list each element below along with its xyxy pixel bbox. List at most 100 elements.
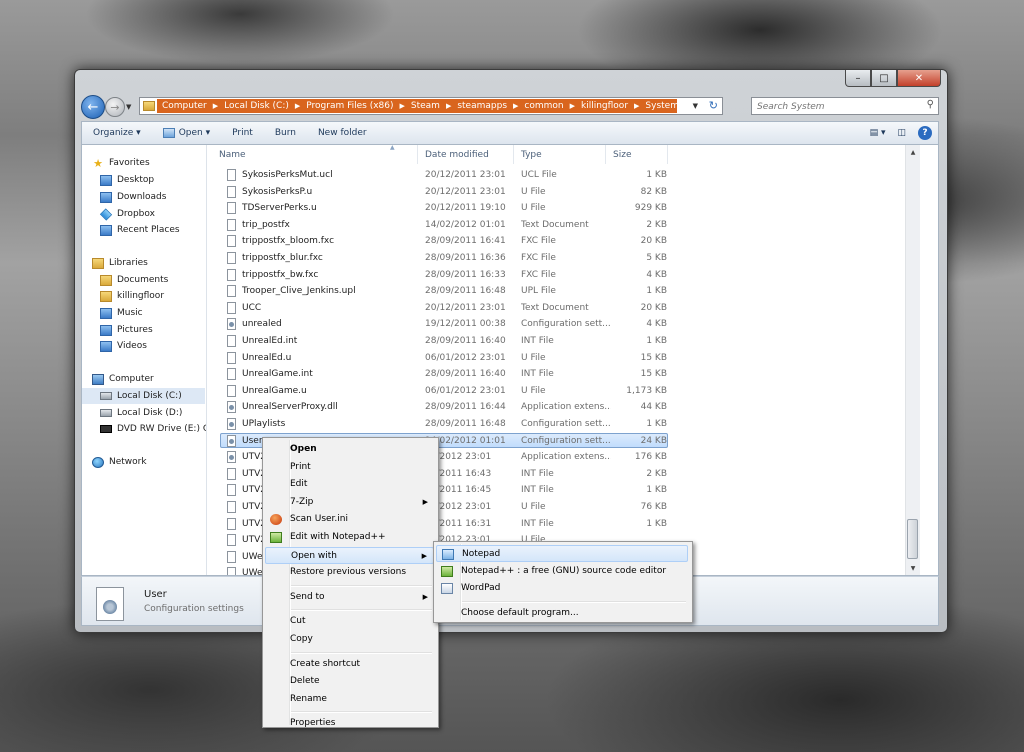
open-button[interactable]: Open ▾ — [152, 128, 221, 138]
nav-item-favorites[interactable]: ★ Favorites — [82, 155, 205, 171]
file-row[interactable]: trippostfx_bw.fxc 28/09/2011 16:33 FXC Fil… — [212, 267, 920, 283]
file-row[interactable]: UnrealGame.u 06/01/2012 23:01 U File 1,173 … — [212, 383, 920, 399]
nav-item-dropbox[interactable]: Dropbox — [82, 206, 205, 222]
scrollbar-thumb[interactable] — [907, 519, 918, 559]
breadcrumb-separator-icon[interactable]: ▶ — [567, 102, 578, 110]
breadcrumb-separator-icon[interactable]: ▶ — [631, 102, 642, 110]
network-icon — [92, 456, 104, 468]
breadcrumb-item[interactable]: killingfloor — [578, 101, 631, 111]
print-button[interactable]: Print — [221, 128, 264, 138]
menu-item-open-with[interactable]: Open with ▶ — [265, 546, 434, 564]
breadcrumb-separator-icon[interactable]: ▶ — [397, 102, 408, 110]
organize-button[interactable]: Organize ▾ — [82, 128, 152, 138]
vertical-scrollbar[interactable]: ▲ ▼ — [905, 145, 920, 575]
change-view-button[interactable]: ▤ ▾ — [870, 128, 886, 138]
nav-item-local-disk-c[interactable]: Local Disk (C:) — [82, 388, 205, 404]
close-button[interactable]: ✕ — [897, 70, 941, 87]
nav-item-videos[interactable]: Videos — [82, 338, 205, 354]
menu-item-choose-default-program[interactable]: Choose default program... — [436, 605, 688, 622]
scroll-up-icon[interactable]: ▲ — [906, 145, 920, 159]
menu-item-edit[interactable]: Edit — [265, 476, 434, 493]
menu-item-print[interactable]: Print — [265, 459, 434, 476]
refresh-icon[interactable]: ↻ — [709, 99, 718, 112]
file-row[interactable]: Trooper_Clive_Jenkins.upl 28/09/2011 16:4… — [212, 283, 920, 299]
maximize-button[interactable]: □ — [871, 70, 897, 87]
file-type: FXC File — [521, 269, 556, 280]
menu-item-cut[interactable]: Cut — [265, 613, 434, 630]
nav-item-downloads[interactable]: Downloads — [82, 189, 205, 205]
column-header-name[interactable]: Name — [212, 145, 418, 164]
nav-item-music[interactable]: Music — [82, 305, 205, 321]
breadcrumb-separator-icon[interactable]: ▶ — [443, 102, 454, 110]
menu-item-create-shortcut[interactable]: Create shortcut — [265, 656, 434, 673]
menu-item-send-to[interactable]: Send to ▶ — [265, 589, 434, 606]
file-row[interactable]: UPlaylists 28/09/2011 16:48 Configuration … — [212, 416, 920, 432]
menu-item-delete[interactable]: Delete — [265, 673, 434, 690]
breadcrumb-separator-icon[interactable]: ▶ — [292, 102, 303, 110]
menu-item-restore-previous-versions[interactable]: Restore previous versions — [265, 564, 434, 581]
address-bar[interactable]: Computer ▶ Local Disk (C:) ▶ Program Files (… — [139, 97, 723, 115]
nav-item-label: Network — [109, 457, 147, 467]
new-folder-button[interactable]: New folder — [307, 128, 378, 138]
file-row[interactable]: UnrealServerProxy.dll 28/09/2011 16:44 App… — [212, 399, 920, 415]
nav-item-dvd-rw-drive-e-g[interactable]: DVD RW Drive (E:) G — [82, 421, 206, 437]
nav-item-recent-places[interactable]: Recent Places — [82, 222, 205, 238]
preview-pane-icon[interactable]: ◫ — [897, 128, 906, 138]
column-header-size[interactable]: Size — [606, 145, 668, 164]
menu-item-open[interactable]: Open — [265, 441, 434, 458]
nav-item-killingfloor[interactable]: killingfloor — [82, 288, 205, 304]
file-row[interactable]: SykosisPerksMut.ucl 20/12/2011 23:01 UCL F… — [212, 167, 920, 183]
file-name: UnrealEd.int — [227, 334, 417, 348]
column-header-date[interactable]: Date modified — [418, 145, 514, 164]
menu-item-7-zip[interactable]: 7-Zip ▶ — [265, 494, 434, 511]
breadcrumb-item[interactable]: Computer — [159, 101, 210, 111]
breadcrumb-separator-icon[interactable]: ▶ — [510, 102, 521, 110]
menu-item-wordpad[interactable]: WordPad — [436, 580, 688, 597]
help-icon[interactable]: ? — [918, 126, 932, 140]
menu-item-copy[interactable]: Copy — [265, 631, 434, 648]
file-row[interactable]: UnrealEd.u 06/01/2012 23:01 U File 15 KB — [212, 350, 920, 366]
breadcrumb-item[interactable]: Local Disk (C:) — [221, 101, 292, 111]
breadcrumb-separator-icon[interactable]: ▶ — [210, 102, 221, 110]
search-input[interactable] — [755, 99, 919, 115]
file-date: 28/09/2011 16:48 — [425, 419, 506, 429]
file-row[interactable]: UnrealEd.int 28/09/2011 16:40 INT File 1 KB — [212, 333, 920, 349]
menu-item-properties[interactable]: Properties — [265, 715, 434, 732]
search-icon[interactable]: ⚲ — [927, 99, 934, 110]
menu-item-notepad-a-free-gnu-source-code-editor[interactable]: Notepad++ : a free (GNU) source code edi… — [436, 563, 688, 580]
scroll-down-icon[interactable]: ▼ — [906, 561, 920, 575]
file-row[interactable]: UnrealGame.int 28/09/2011 16:40 INT File 15… — [212, 366, 920, 382]
forward-button[interactable]: → — [105, 97, 125, 117]
file-row[interactable]: TDServerPerks.u 20/12/2011 19:10 U File 929… — [212, 200, 920, 216]
menu-item-scan-user-ini[interactable]: Scan User.ini — [265, 511, 434, 528]
column-header-type[interactable]: Type — [514, 145, 606, 164]
minimize-button[interactable]: – — [845, 70, 871, 87]
file-row[interactable]: UCC 20/12/2011 23:01 Text Document 20 KB — [212, 300, 920, 316]
file-type: U File — [521, 502, 546, 512]
recent-pages-dropdown[interactable]: ▼ — [126, 103, 131, 111]
breadcrumb-item[interactable]: common — [521, 101, 566, 111]
nav-item-desktop[interactable]: Desktop — [82, 172, 205, 188]
nav-item-network[interactable]: Network — [82, 454, 205, 470]
nav-item-computer[interactable]: Computer — [82, 371, 205, 387]
file-row[interactable]: trippostfx_bloom.fxc 28/09/2011 16:41 FXC … — [212, 233, 920, 249]
burn-button[interactable]: Burn — [264, 128, 307, 138]
menu-item-rename[interactable]: Rename — [265, 691, 434, 708]
file-row[interactable]: trippostfx_blur.fxc 28/09/2011 16:36 FXC F… — [212, 250, 920, 266]
breadcrumb-item[interactable]: Steam — [408, 101, 443, 111]
nav-item-libraries[interactable]: Libraries — [82, 255, 205, 271]
file-row[interactable]: SykosisPerksP.u 20/12/2011 23:01 U File 82 … — [212, 184, 920, 200]
menu-item-notepad[interactable]: Notepad — [436, 545, 688, 562]
address-dropdown-icon[interactable]: ▼ — [693, 102, 698, 110]
menu-item-edit-with-notepad[interactable]: Edit with Notepad++ — [265, 529, 434, 546]
nav-item-pictures[interactable]: Pictures — [82, 322, 205, 338]
nav-item-documents[interactable]: Documents — [82, 272, 205, 288]
back-button[interactable]: ← — [81, 95, 105, 119]
nav-item-local-disk-d[interactable]: Local Disk (D:) — [82, 405, 205, 421]
file-row[interactable]: trip_postfx 14/02/2012 01:01 Text Document… — [212, 217, 920, 233]
breadcrumb-item[interactable]: System — [642, 101, 682, 111]
breadcrumb-item[interactable]: steamapps — [454, 101, 510, 111]
file-row[interactable]: unrealed 19/12/2011 00:38 Configuration se… — [212, 316, 920, 332]
breadcrumb-item[interactable]: Program Files (x86) — [303, 101, 396, 111]
search-box[interactable]: ⚲ — [751, 97, 939, 115]
